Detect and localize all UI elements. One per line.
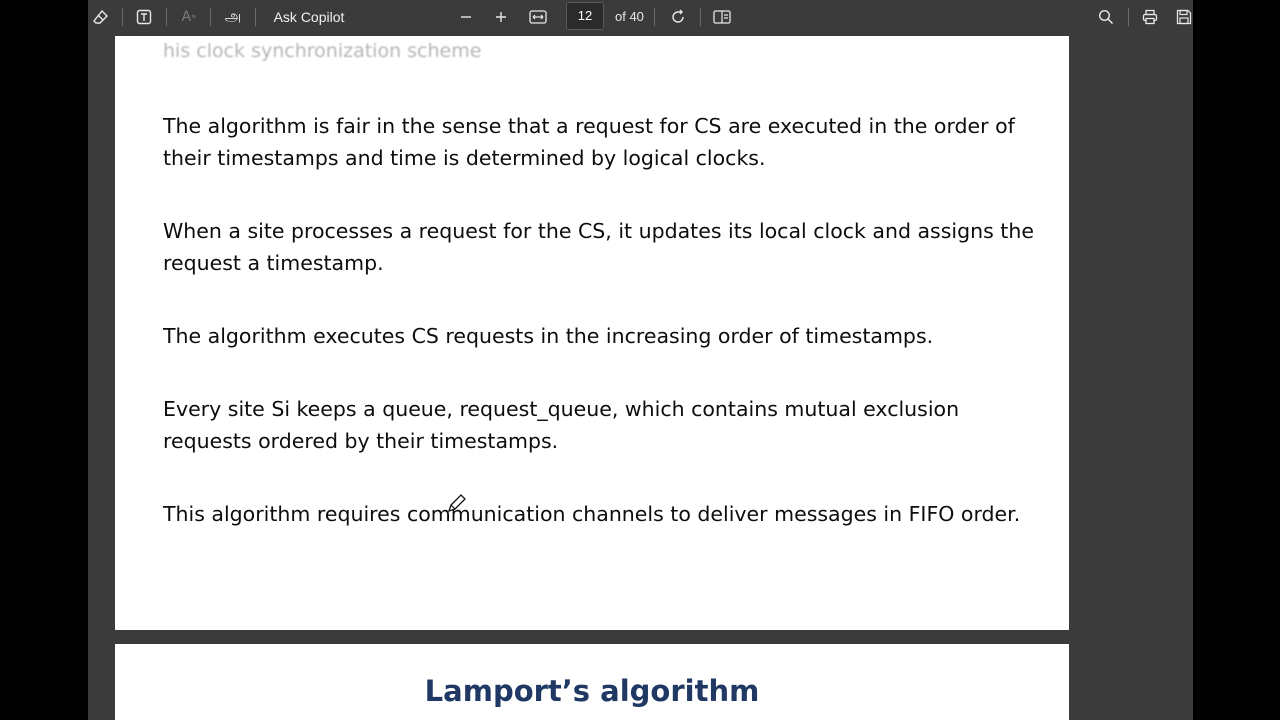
page-number-input[interactable]: 12 xyxy=(566,2,604,30)
slide-title: Lamport’s algorithm xyxy=(424,674,760,708)
ask-copilot-button[interactable]: Ask Copilot xyxy=(272,4,346,30)
translate-icon[interactable]: அ xyxy=(221,4,245,30)
zoom-in-icon[interactable] xyxy=(490,4,512,30)
pen-cursor-icon xyxy=(446,492,468,518)
paragraph: When a site processes a request for the … xyxy=(163,219,1034,275)
eraser-icon[interactable] xyxy=(90,4,112,30)
search-icon[interactable] xyxy=(1094,4,1118,30)
toolbar-separator xyxy=(210,8,211,26)
save-icon[interactable] xyxy=(1174,4,1193,30)
pdf-page: his clock synchronization scheme The alg… xyxy=(115,36,1069,630)
toolbar-separator xyxy=(700,8,701,26)
paragraph: Every site Si keeps a queue, request_que… xyxy=(163,397,960,453)
text-box-icon[interactable] xyxy=(132,4,156,30)
paragraph: The algorithm is fair in the sense that … xyxy=(163,114,1015,170)
toolbar-separator xyxy=(166,8,167,26)
fit-width-icon[interactable] xyxy=(526,4,550,30)
pdf-viewer: A» அ Ask Copilot 12 of 40 his clock sync… xyxy=(88,0,1193,720)
read-aloud-icon[interactable]: A» xyxy=(178,4,200,30)
paragraph: This algorithm requires communication ch… xyxy=(163,502,1021,526)
page-total-label: of 40 xyxy=(615,9,644,24)
zoom-out-icon[interactable] xyxy=(455,4,477,30)
read-aloud-glyph: A xyxy=(181,9,192,25)
toolbar-separator xyxy=(255,8,256,26)
paragraph: The algorithm executes CS requests in th… xyxy=(163,324,934,348)
toolbar-separator xyxy=(1128,8,1129,26)
toolbar-separator xyxy=(654,8,655,26)
toolbar: A» அ Ask Copilot 12 of 40 xyxy=(88,0,1193,34)
toolbar-separator xyxy=(122,8,123,26)
page-view-icon[interactable] xyxy=(710,4,734,30)
faded-text-line: his clock synchronization scheme xyxy=(163,40,482,62)
pdf-page-next: Lamport’s algorithm xyxy=(115,644,1069,720)
print-icon[interactable] xyxy=(1138,4,1162,30)
translate-glyph: அ xyxy=(224,7,242,25)
rotate-icon[interactable] xyxy=(666,4,690,30)
